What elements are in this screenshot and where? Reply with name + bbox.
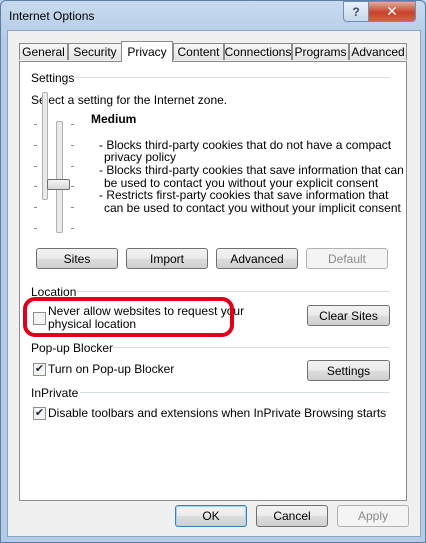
level-description-line: can be used to contact you without your … (104, 201, 401, 215)
popup-settings-button[interactable]: Settings (307, 360, 390, 381)
close-button[interactable]: ✕ (368, 1, 416, 22)
settings-divider (74, 77, 390, 78)
slider-thumb[interactable] (47, 179, 70, 190)
default-button[interactable]: Default (306, 248, 388, 269)
inprivate-title: InPrivate (31, 386, 79, 400)
slider-tick (71, 166, 74, 167)
slider-tick (34, 124, 37, 125)
popup-blocker-label: Turn on Pop-up Blocker (48, 362, 175, 376)
slider-tick (34, 145, 37, 146)
popup-blocker-checkbox[interactable]: ✔ (33, 363, 46, 376)
popup-title: Pop-up Blocker (31, 341, 114, 355)
slider-tick (71, 124, 74, 125)
inprivate-label: Disable toolbars and extensions when InP… (48, 406, 387, 420)
popup-divider (107, 347, 390, 348)
slider-tick (71, 186, 74, 187)
help-button[interactable]: ? (343, 1, 369, 22)
clear-sites-button[interactable]: Clear Sites (307, 305, 390, 326)
tab-content[interactable]: Content (173, 43, 224, 60)
privacy-level-name: Medium (91, 112, 137, 126)
ok-button[interactable]: OK (175, 505, 247, 527)
cancel-button[interactable]: Cancel (256, 505, 328, 527)
location-divider (77, 291, 390, 292)
slider-tick (71, 145, 74, 146)
sites-button[interactable]: Sites (36, 248, 118, 269)
window-title: Internet Options (9, 9, 95, 23)
slider-tick (34, 228, 37, 229)
slider-tick (71, 228, 74, 229)
slider-tick (71, 207, 74, 208)
tab-programs[interactable]: Programs (292, 43, 349, 60)
apply-button[interactable]: Apply (337, 505, 409, 527)
tab-connections[interactable]: Connections (224, 43, 292, 60)
privacy-panel (19, 61, 407, 501)
slider-track-bar[interactable] (56, 121, 63, 233)
settings-title: Settings (31, 71, 75, 85)
import-button[interactable]: Import (126, 248, 208, 269)
zone-text: Select a setting for the Internet zone. (31, 93, 228, 107)
inprivate-checkbox[interactable]: ✔ (33, 407, 46, 420)
advanced-button[interactable]: Advanced (216, 248, 298, 269)
tab-privacy[interactable]: Privacy (121, 41, 173, 62)
slider-tick (34, 186, 37, 187)
slider-tick (34, 207, 37, 208)
tab-security[interactable]: Security (68, 43, 122, 60)
tab-general[interactable]: General (19, 43, 68, 60)
tab-advanced[interactable]: Advanced (349, 43, 407, 60)
red-highlight-annotation (23, 297, 234, 337)
inprivate-divider (80, 392, 390, 393)
slider-tick (34, 166, 37, 167)
